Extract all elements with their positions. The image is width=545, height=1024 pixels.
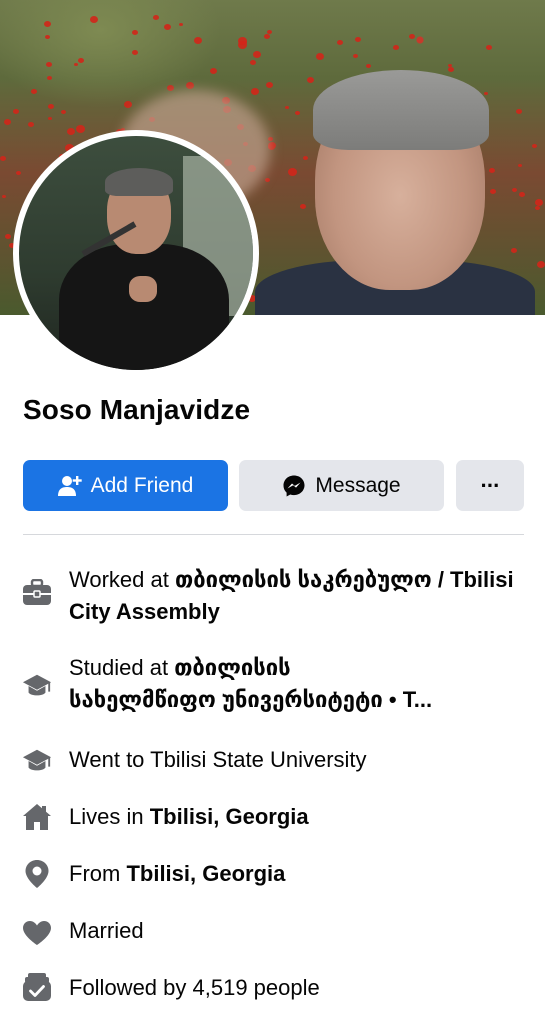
detail-lives[interactable]: Lives in Tbilisi, Georgia xyxy=(0,801,545,837)
detail-work[interactable]: Worked at თბილისის საკრებულო / Tbilisi C… xyxy=(0,564,545,634)
poppy-flower xyxy=(31,89,37,94)
poppy-flower xyxy=(210,68,217,74)
poppy-flower xyxy=(45,35,50,39)
message-button[interactable]: Message xyxy=(239,460,444,511)
poppy-flower xyxy=(67,128,75,135)
location-pin-icon xyxy=(22,859,52,889)
poppy-flower xyxy=(13,109,19,114)
add-friend-label: Add Friend xyxy=(90,473,194,497)
poppy-flower xyxy=(355,37,361,42)
poppy-flower xyxy=(2,195,6,198)
poppy-flower xyxy=(44,21,51,27)
poppy-flower xyxy=(518,164,522,167)
poppy-flower xyxy=(4,119,11,125)
poppy-flower xyxy=(519,192,525,197)
poppy-flower xyxy=(194,37,202,44)
work-text: Worked at თბილისის საკრებულო / Tbilisi C… xyxy=(69,564,525,628)
poppy-flower xyxy=(265,178,270,182)
detail-study[interactable]: Studied at თბილისის სახელმწიფო უნივერსიტ… xyxy=(0,652,545,722)
poppy-flower xyxy=(250,60,256,65)
poppy-flower xyxy=(535,199,543,206)
relationship-text: Married xyxy=(69,918,144,943)
followers-check-icon xyxy=(22,972,52,1002)
poppy-flower xyxy=(46,62,52,67)
poppy-flower xyxy=(16,171,21,175)
add-friend-button[interactable]: Add Friend xyxy=(23,460,228,511)
message-label: Message xyxy=(315,473,401,497)
poppy-flower xyxy=(253,51,261,58)
study-place-line2[interactable]: სახელმწიფო უნივერსიტეტი • T... xyxy=(69,684,525,716)
poppy-flower xyxy=(532,144,537,148)
poppy-flower xyxy=(186,82,194,89)
more-options-button[interactable]: ··· xyxy=(456,460,524,511)
work-prefix: Worked at xyxy=(69,567,175,592)
poppy-flower xyxy=(164,24,171,30)
poppy-flower xyxy=(132,50,138,55)
study-line-1: Studied at თბილისის xyxy=(69,652,525,684)
study-place-line1[interactable]: თბილისის xyxy=(174,655,290,680)
poppy-flower xyxy=(238,37,247,45)
poppy-flower xyxy=(153,15,159,20)
poppy-flower xyxy=(0,156,6,161)
poppy-flower xyxy=(61,110,66,114)
poppy-flower xyxy=(537,261,545,268)
lives-place[interactable]: Tbilisi, Georgia xyxy=(150,804,309,829)
poppy-flower xyxy=(535,206,540,210)
lives-text: Lives in Tbilisi, Georgia xyxy=(69,801,525,833)
poppy-flower xyxy=(353,54,358,58)
poppy-flower xyxy=(48,117,52,120)
followers-text: Followed by 4,519 people xyxy=(69,975,320,1000)
from-place[interactable]: Tbilisi, Georgia xyxy=(126,861,285,886)
poppy-flower xyxy=(393,45,399,50)
school-text: Went to Tbilisi State University xyxy=(69,747,367,772)
detail-school[interactable]: Went to Tbilisi State University xyxy=(0,744,545,780)
poppy-flower xyxy=(28,122,34,127)
detail-relationship[interactable]: Married xyxy=(0,915,545,951)
poppy-flower xyxy=(512,188,517,192)
profile-actions: Add Friend Message ··· xyxy=(23,460,524,511)
poppy-flower xyxy=(179,23,183,26)
graduation-cap-icon xyxy=(22,671,52,701)
poppy-flower xyxy=(266,82,273,88)
poppy-flower xyxy=(47,76,52,80)
profile-name: Soso Manjavidze xyxy=(23,394,251,425)
from-prefix: From xyxy=(69,861,127,886)
house-icon xyxy=(22,802,52,832)
poppy-flower xyxy=(5,234,11,239)
poppy-flower xyxy=(316,53,324,60)
more-options-icon: ··· xyxy=(480,472,501,498)
study-text: Studied at თბილისის სახელმწიფო უნივერსიტ… xyxy=(69,652,525,716)
poppy-flower xyxy=(132,30,138,35)
messenger-icon xyxy=(283,475,305,496)
poppy-flower xyxy=(511,248,517,253)
poppy-flower xyxy=(516,109,522,114)
briefcase-icon xyxy=(22,578,52,608)
poppy-flower xyxy=(78,58,84,63)
poppy-flower xyxy=(486,45,492,50)
poppy-flower xyxy=(74,63,78,66)
poppy-flower xyxy=(76,125,85,133)
heart-icon xyxy=(22,918,52,948)
poppy-flower xyxy=(48,104,54,109)
poppy-flower xyxy=(90,16,98,23)
study-prefix: Studied at xyxy=(69,655,175,680)
divider xyxy=(23,534,524,535)
add-friend-icon xyxy=(57,475,82,496)
poppy-flower xyxy=(409,34,415,39)
profile-avatar[interactable] xyxy=(19,136,253,370)
detail-followers[interactable]: Followed by 4,519 people xyxy=(0,972,545,1008)
detail-from[interactable]: From Tbilisi, Georgia xyxy=(0,858,545,894)
poppy-flower xyxy=(264,34,270,39)
poppy-flower xyxy=(251,88,259,95)
poppy-flower xyxy=(167,85,174,91)
poppy-flower xyxy=(366,64,371,68)
poppy-flower xyxy=(337,40,343,45)
from-text: From Tbilisi, Georgia xyxy=(69,858,525,890)
lives-prefix: Lives in xyxy=(69,804,150,829)
cover-person xyxy=(255,70,535,315)
graduation-cap-icon xyxy=(22,746,52,776)
poppy-flower xyxy=(124,101,132,108)
